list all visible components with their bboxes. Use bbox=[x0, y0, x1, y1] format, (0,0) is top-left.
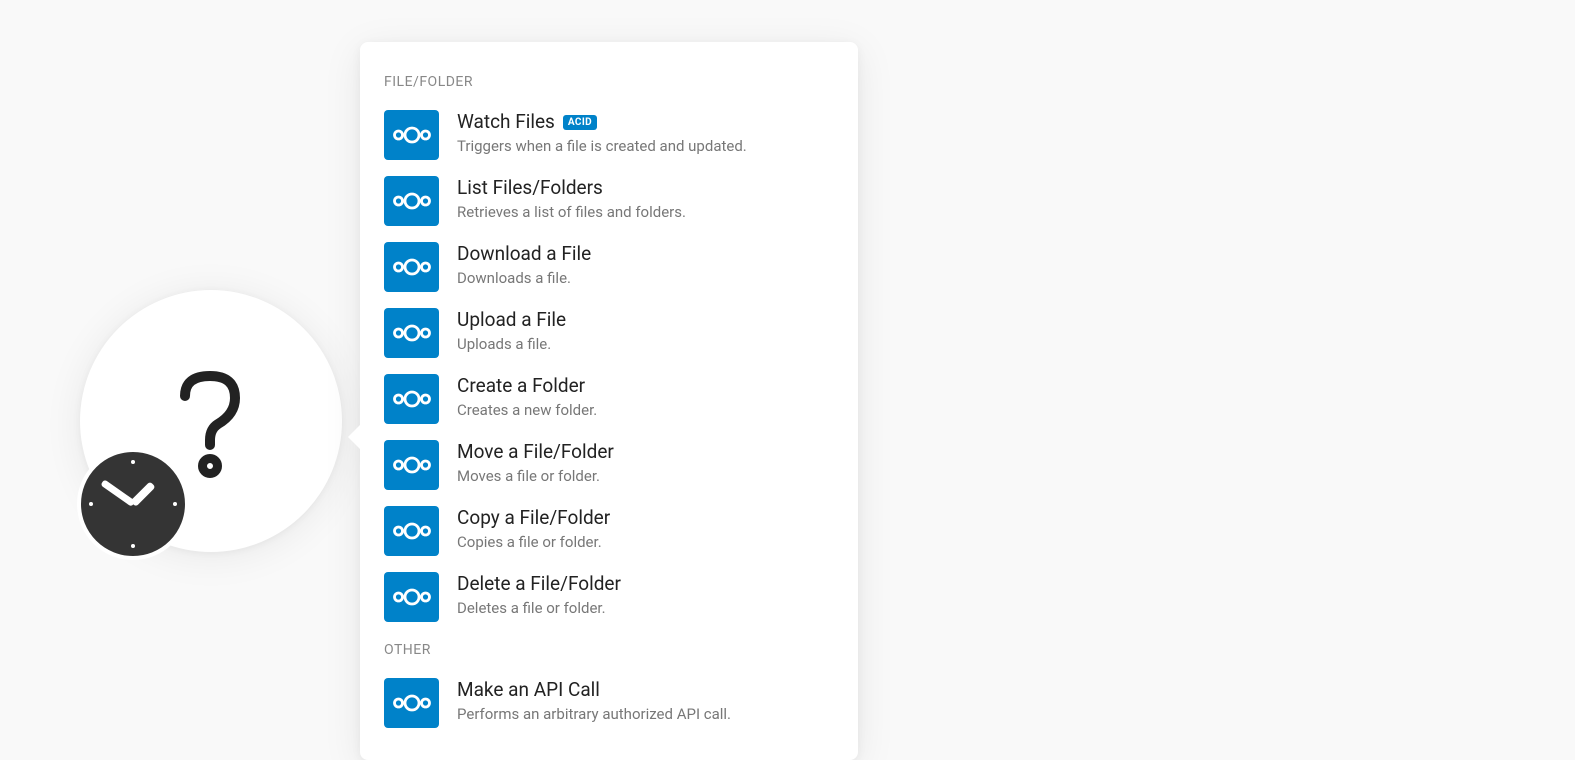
panel-pointer bbox=[348, 425, 360, 449]
action-description: Performs an arbitrary authorized API cal… bbox=[457, 705, 731, 725]
action-title: Make an API Call bbox=[457, 679, 600, 702]
action-text: Download a File Downloads a file. bbox=[457, 242, 591, 288]
nextcloud-icon bbox=[392, 693, 432, 713]
action-title: Download a File bbox=[457, 243, 591, 266]
app-icon bbox=[384, 374, 439, 424]
action-description: Uploads a file. bbox=[457, 335, 566, 355]
scenario-node[interactable] bbox=[80, 290, 342, 552]
node-circle bbox=[80, 290, 342, 552]
app-icon bbox=[384, 678, 439, 728]
nextcloud-icon bbox=[392, 389, 432, 409]
action-description: Deletes a file or folder. bbox=[457, 599, 621, 619]
nextcloud-icon bbox=[392, 455, 432, 475]
action-description: Moves a file or folder. bbox=[457, 467, 614, 487]
action-description: Retrieves a list of files and folders. bbox=[457, 203, 686, 223]
nextcloud-icon bbox=[392, 257, 432, 277]
action-title: Upload a File bbox=[457, 309, 566, 332]
nextcloud-icon bbox=[392, 323, 432, 343]
action-title: Copy a File/Folder bbox=[457, 507, 610, 530]
action-description: Creates a new folder. bbox=[457, 401, 597, 421]
app-icon bbox=[384, 308, 439, 358]
action-watch-files[interactable]: Watch Files ACID Triggers when a file is c… bbox=[384, 102, 834, 168]
action-text: Move a File/Folder Moves a file or folder… bbox=[457, 440, 614, 486]
app-icon bbox=[384, 110, 439, 160]
action-description: Copies a file or folder. bbox=[457, 533, 610, 553]
section-heading: OTHER bbox=[384, 642, 834, 658]
action-text: Make an API Call Performs an arbitrary au… bbox=[457, 678, 731, 724]
app-icon bbox=[384, 572, 439, 622]
action-text: List Files/Folders Retrieves a list of fi… bbox=[457, 176, 686, 222]
app-icon bbox=[384, 440, 439, 490]
nextcloud-icon bbox=[392, 191, 432, 211]
action-description: Downloads a file. bbox=[457, 269, 591, 289]
acid-badge: ACID bbox=[563, 115, 597, 130]
module-actions-panel: FILE/FOLDER Watch Files ACID Triggers when … bbox=[360, 42, 858, 760]
nextcloud-icon bbox=[392, 125, 432, 145]
action-title: Create a Folder bbox=[457, 375, 585, 398]
action-text: Watch Files ACID Triggers when a file is c… bbox=[457, 110, 747, 156]
nextcloud-icon bbox=[392, 521, 432, 541]
action-text: Copy a File/Folder Copies a file or folde… bbox=[457, 506, 610, 552]
action-text: Upload a File Uploads a file. bbox=[457, 308, 566, 354]
action-title: List Files/Folders bbox=[457, 177, 603, 200]
action-list-files-folders[interactable]: List Files/Folders Retrieves a list of fi… bbox=[384, 168, 834, 234]
action-upload-file[interactable]: Upload a File Uploads a file. bbox=[384, 300, 834, 366]
action-title: Delete a File/Folder bbox=[457, 573, 621, 596]
action-title: Watch Files bbox=[457, 111, 555, 134]
nextcloud-icon bbox=[392, 587, 432, 607]
action-create-folder[interactable]: Create a Folder Creates a new folder. bbox=[384, 366, 834, 432]
action-move-file-folder[interactable]: Move a File/Folder Moves a file or folder… bbox=[384, 432, 834, 498]
action-text: Create a Folder Creates a new folder. bbox=[457, 374, 597, 420]
action-description: Triggers when a file is created and upda… bbox=[457, 137, 747, 157]
app-icon bbox=[384, 506, 439, 556]
action-title: Move a File/Folder bbox=[457, 441, 614, 464]
clock-icon bbox=[77, 448, 189, 560]
action-text: Delete a File/Folder Deletes a file or fo… bbox=[457, 572, 621, 618]
app-icon bbox=[384, 242, 439, 292]
action-copy-file-folder[interactable]: Copy a File/Folder Copies a file or folde… bbox=[384, 498, 834, 564]
action-download-file[interactable]: Download a File Downloads a file. bbox=[384, 234, 834, 300]
app-icon bbox=[384, 176, 439, 226]
action-make-api-call[interactable]: Make an API Call Performs an arbitrary au… bbox=[384, 670, 834, 736]
section-heading: FILE/FOLDER bbox=[384, 74, 834, 90]
action-delete-file-folder[interactable]: Delete a File/Folder Deletes a file or fo… bbox=[384, 564, 834, 630]
